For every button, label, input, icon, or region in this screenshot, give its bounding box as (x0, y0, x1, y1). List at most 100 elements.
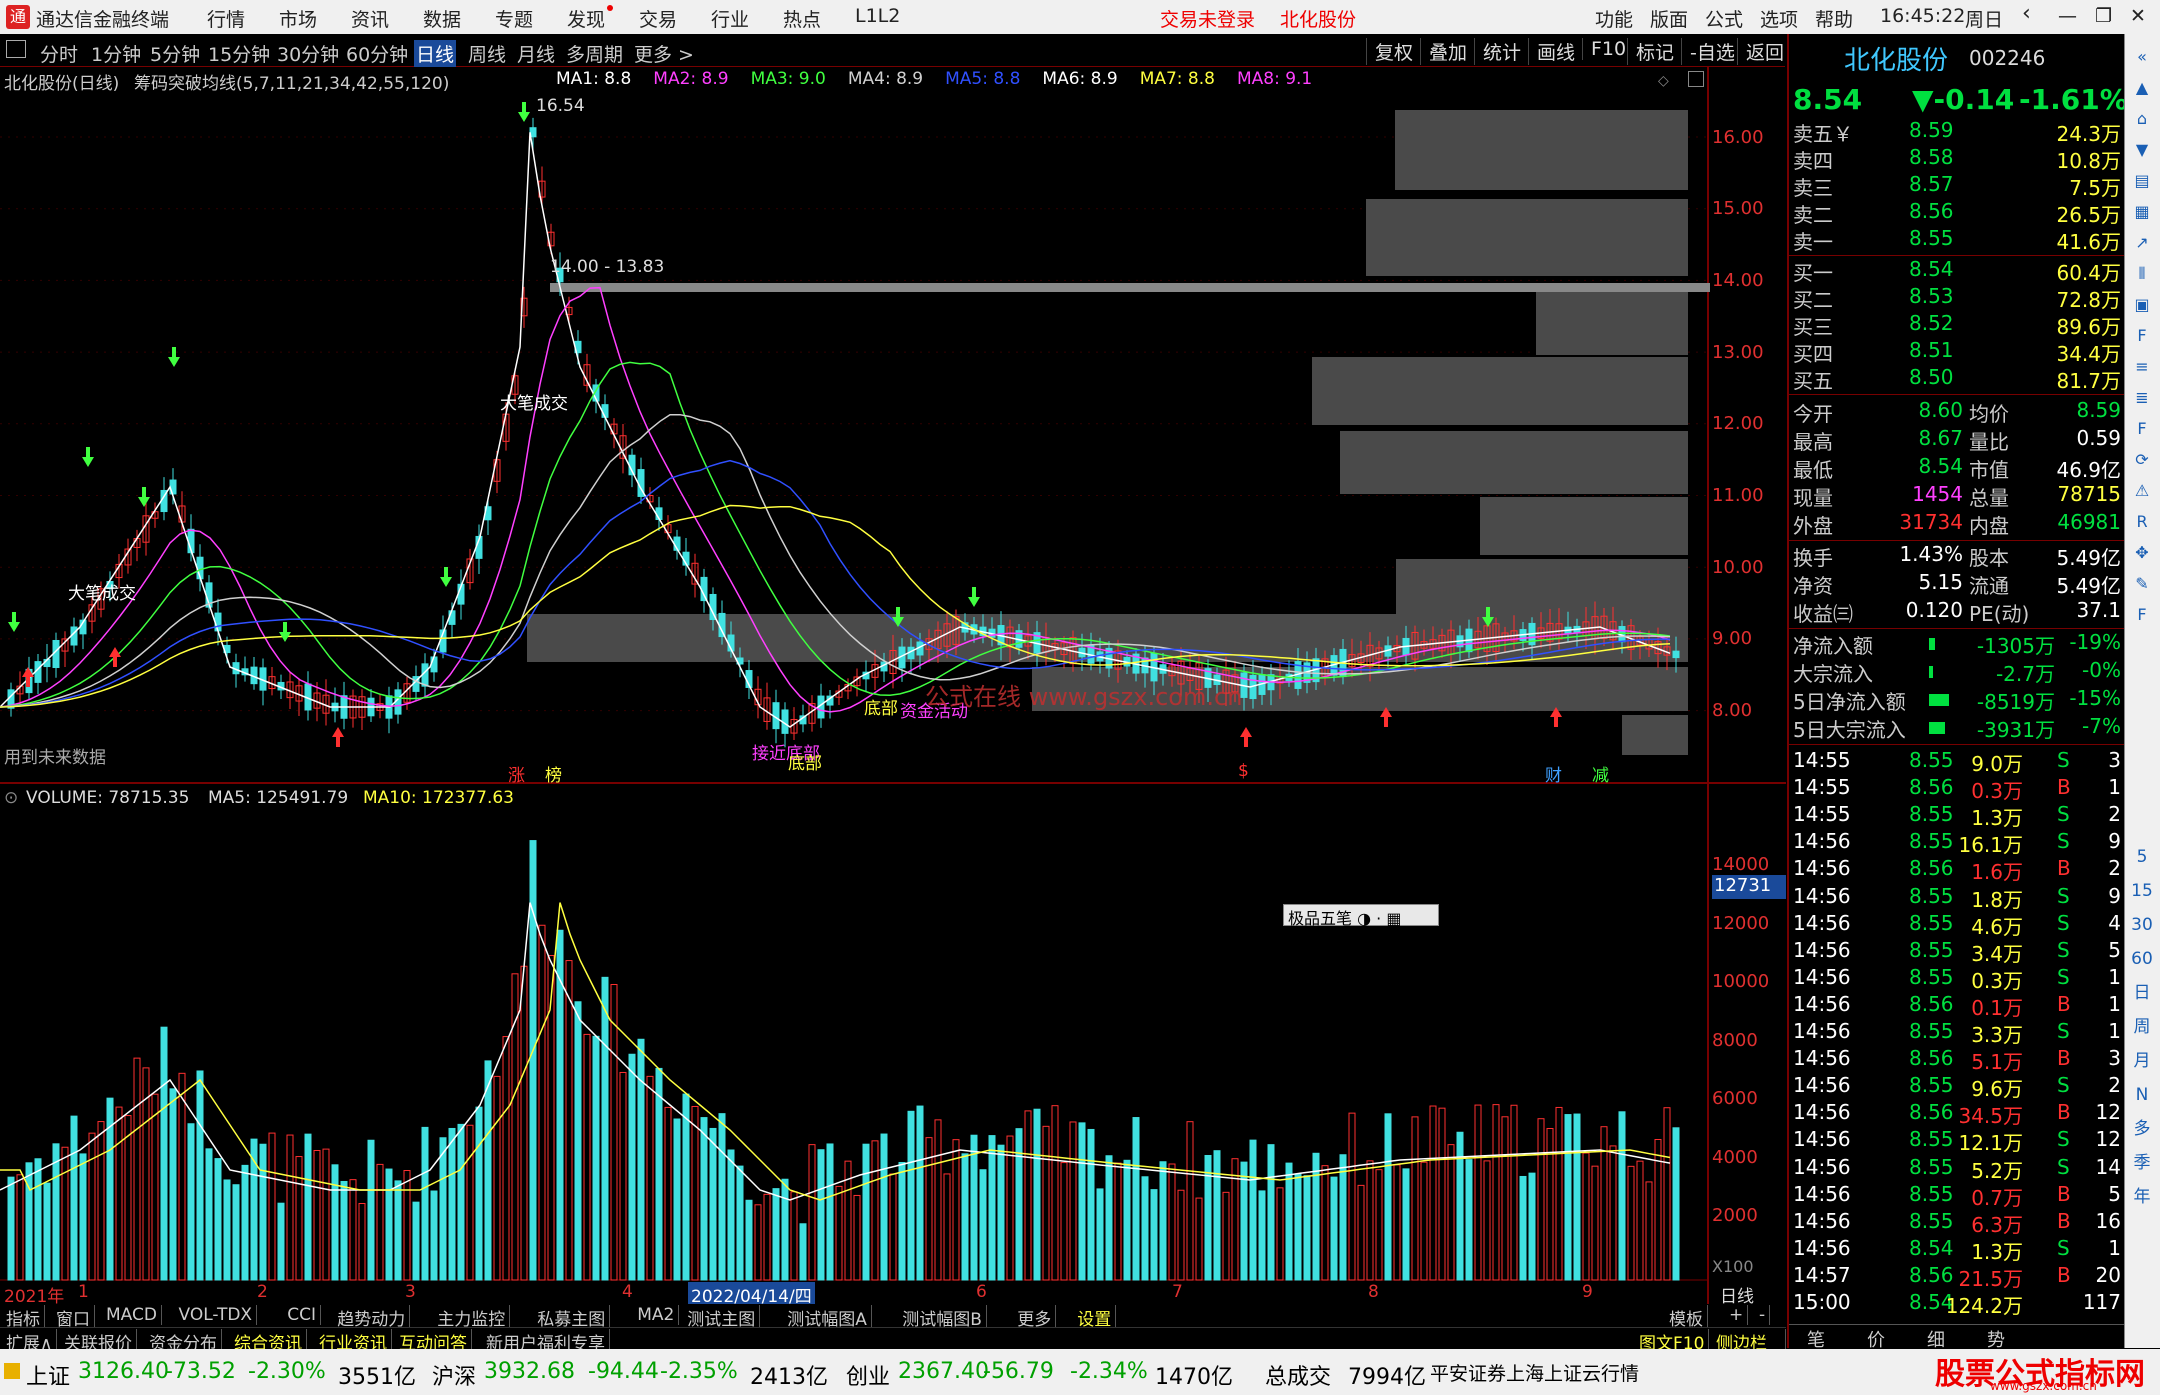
side-period-button[interactable]: N (2129, 1082, 2155, 1108)
indicator-tab[interactable]: CCI (283, 1305, 322, 1325)
remove-watchlist-button[interactable]: -自选 (1681, 38, 1735, 65)
period-tab[interactable]: 15分钟 (208, 40, 270, 67)
move-icon[interactable]: ✥ (2129, 540, 2155, 566)
home-icon[interactable]: ⌂ (2129, 106, 2155, 132)
return-button[interactable]: 返回 (1737, 38, 1784, 65)
period-tab[interactable]: 周线 (468, 40, 506, 67)
expand-icon[interactable] (1688, 71, 1704, 87)
grid-icon[interactable]: ▦ (2129, 199, 2155, 225)
overlay-button[interactable]: 叠加 (1420, 38, 1467, 65)
side-period-button[interactable]: 15 (2129, 878, 2155, 904)
side-period-button[interactable]: 5 (2129, 844, 2155, 870)
index-name[interactable]: 上证 (26, 1359, 70, 1391)
menu-industry[interactable]: 行业 (711, 5, 749, 32)
more-periods[interactable]: 更多 > (634, 40, 694, 67)
ask-row[interactable]: 卖二 8.56 26.5万 (1789, 199, 2125, 227)
list-icon[interactable]: ▤ (2129, 168, 2155, 194)
candle-body (1672, 650, 1680, 659)
period-tab[interactable]: 60分钟 (346, 40, 408, 67)
side-period-button[interactable]: 60 (2129, 946, 2155, 972)
menu-options[interactable]: 选项 (1760, 5, 1798, 32)
minimize-icon[interactable]: — (2058, 5, 2077, 27)
restore-icon[interactable]: ❐ (2095, 5, 2112, 27)
ask-row[interactable]: 卖三 8.57 7.5万 (1789, 172, 2125, 200)
side-period-button[interactable]: 季 (2129, 1150, 2155, 1176)
bid-row[interactable]: 买二 8.53 72.8万 (1789, 284, 2125, 312)
period-tab[interactable]: 5分钟 (150, 40, 200, 67)
hot-icon[interactable]: ⚠ (2129, 478, 2155, 504)
side-period-button[interactable]: 周 (2129, 1014, 2155, 1040)
market-icon[interactable] (4, 1363, 20, 1379)
f10-button[interactable]: F10 (1582, 38, 1626, 60)
ask-row[interactable]: 卖一 8.55 41.6万 (1789, 226, 2125, 254)
ask-row[interactable]: 卖四 8.58 10.8万 (1789, 145, 2125, 173)
mark-button[interactable]: 标记 (1627, 38, 1674, 65)
bid-row[interactable]: 买五 8.50 81.7万 (1789, 365, 2125, 393)
period-tab[interactable]: 1分钟 (91, 40, 141, 67)
collapse-icon[interactable]: « (2129, 44, 2155, 70)
side-period-button[interactable]: 年 (2129, 1184, 2155, 1210)
menu-data[interactable]: 数据 (423, 5, 461, 32)
side-period-button[interactable]: 日 (2129, 980, 2155, 1006)
template-tab[interactable]: - (1755, 1305, 1771, 1325)
index-name[interactable]: 沪深 (432, 1359, 476, 1391)
menu-market[interactable]: 行情 (207, 5, 245, 32)
indicator-tab[interactable]: MACD (102, 1305, 162, 1325)
menu-discover[interactable]: 发现 (567, 5, 614, 32)
period-tab[interactable]: 多周期 (566, 40, 623, 67)
stats-button[interactable]: 统计 (1474, 38, 1521, 65)
candle-icon[interactable]: ⫴ (2129, 261, 2155, 287)
volume-collapse-icon[interactable]: ⊙ (4, 788, 18, 808)
menu-trade[interactable]: 交易 (639, 5, 677, 32)
ime-toolbar[interactable]: 极品五笔 ◑ · ▦ (1283, 904, 1439, 928)
period-tab[interactable]: 分时 (40, 40, 78, 67)
period-tab[interactable]: 30分钟 (277, 40, 339, 67)
f5-icon[interactable]: F (2129, 602, 2155, 628)
fund-icon[interactable]: ≡ (2129, 354, 2155, 380)
f2-icon[interactable]: F (2129, 416, 2155, 442)
bid-row[interactable]: 买三 8.52 89.6万 (1789, 311, 2125, 339)
period-tab-active[interactable]: 日线 (414, 40, 457, 67)
menu-topic[interactable]: 专题 (495, 5, 533, 32)
tick-price: 8.55 (1909, 829, 1954, 854)
menu-news[interactable]: 资讯 (351, 5, 389, 32)
indicator-tab[interactable]: MA2 (633, 1305, 680, 1325)
f10-icon[interactable]: F (2129, 323, 2155, 349)
menu-layout[interactable]: 版面 (1650, 5, 1688, 32)
ask-row[interactable]: 卖五￥ 8.59 24.3万 (1789, 118, 2125, 146)
period-tab[interactable]: 月线 (517, 40, 555, 67)
index-name[interactable]: 创业 (846, 1359, 890, 1391)
report-icon[interactable]: ▣ (2129, 292, 2155, 318)
draw-button[interactable]: 画线 (1528, 38, 1575, 65)
pen-icon[interactable]: ✎ (2129, 571, 2155, 597)
template-tab[interactable]: + (1725, 1305, 1749, 1325)
menu-hot[interactable]: 热点 (783, 5, 821, 32)
side-period-button[interactable]: 月 (2129, 1048, 2155, 1074)
menu-help[interactable]: 帮助 (1815, 5, 1853, 32)
bid-row[interactable]: 买一 8.54 60.4万 (1789, 257, 2125, 285)
fund2-icon[interactable]: ≣ (2129, 385, 2155, 411)
back-icon[interactable]: ‹ (2022, 1, 2031, 26)
down-icon[interactable]: ▼ (2129, 137, 2155, 163)
indicator-name[interactable]: 筹码突破均线(5,7,11,21,34,42,55,120) (134, 69, 449, 94)
chart-area[interactable]: 北化股份(日线) 筹码突破均线(5,7,11,21,34,42,55,120) … (0, 67, 1786, 1314)
login-status[interactable]: 交易未登录 (1160, 5, 1255, 32)
volume-bar (1474, 1104, 1482, 1281)
adjust-button[interactable]: 复权 (1366, 38, 1413, 65)
refresh-icon[interactable]: ⟳ (2129, 447, 2155, 473)
side-period-button[interactable]: 30 (2129, 912, 2155, 938)
rsi-icon[interactable]: R (2129, 509, 2155, 535)
panel-toggle-icon[interactable] (6, 40, 26, 58)
kline-chart[interactable] (0, 67, 1786, 1314)
close-icon[interactable]: ✕ (2130, 5, 2146, 27)
side-period-button[interactable]: 多 (2129, 1116, 2155, 1142)
menu-l1l2[interactable]: L1L2 (855, 5, 900, 27)
menu-markets[interactable]: 市场 (279, 5, 317, 32)
menu-formula[interactable]: 公式 (1705, 5, 1743, 32)
diamond-icon[interactable]: ◇ (1658, 73, 1669, 89)
up-icon[interactable]: ▲ (2129, 75, 2155, 101)
indicator-tab[interactable]: VOL-TDX (175, 1305, 258, 1325)
menu-function[interactable]: 功能 (1595, 5, 1633, 32)
chart-line-icon[interactable]: ↗ (2129, 230, 2155, 256)
bid-row[interactable]: 买四 8.51 34.4万 (1789, 338, 2125, 366)
